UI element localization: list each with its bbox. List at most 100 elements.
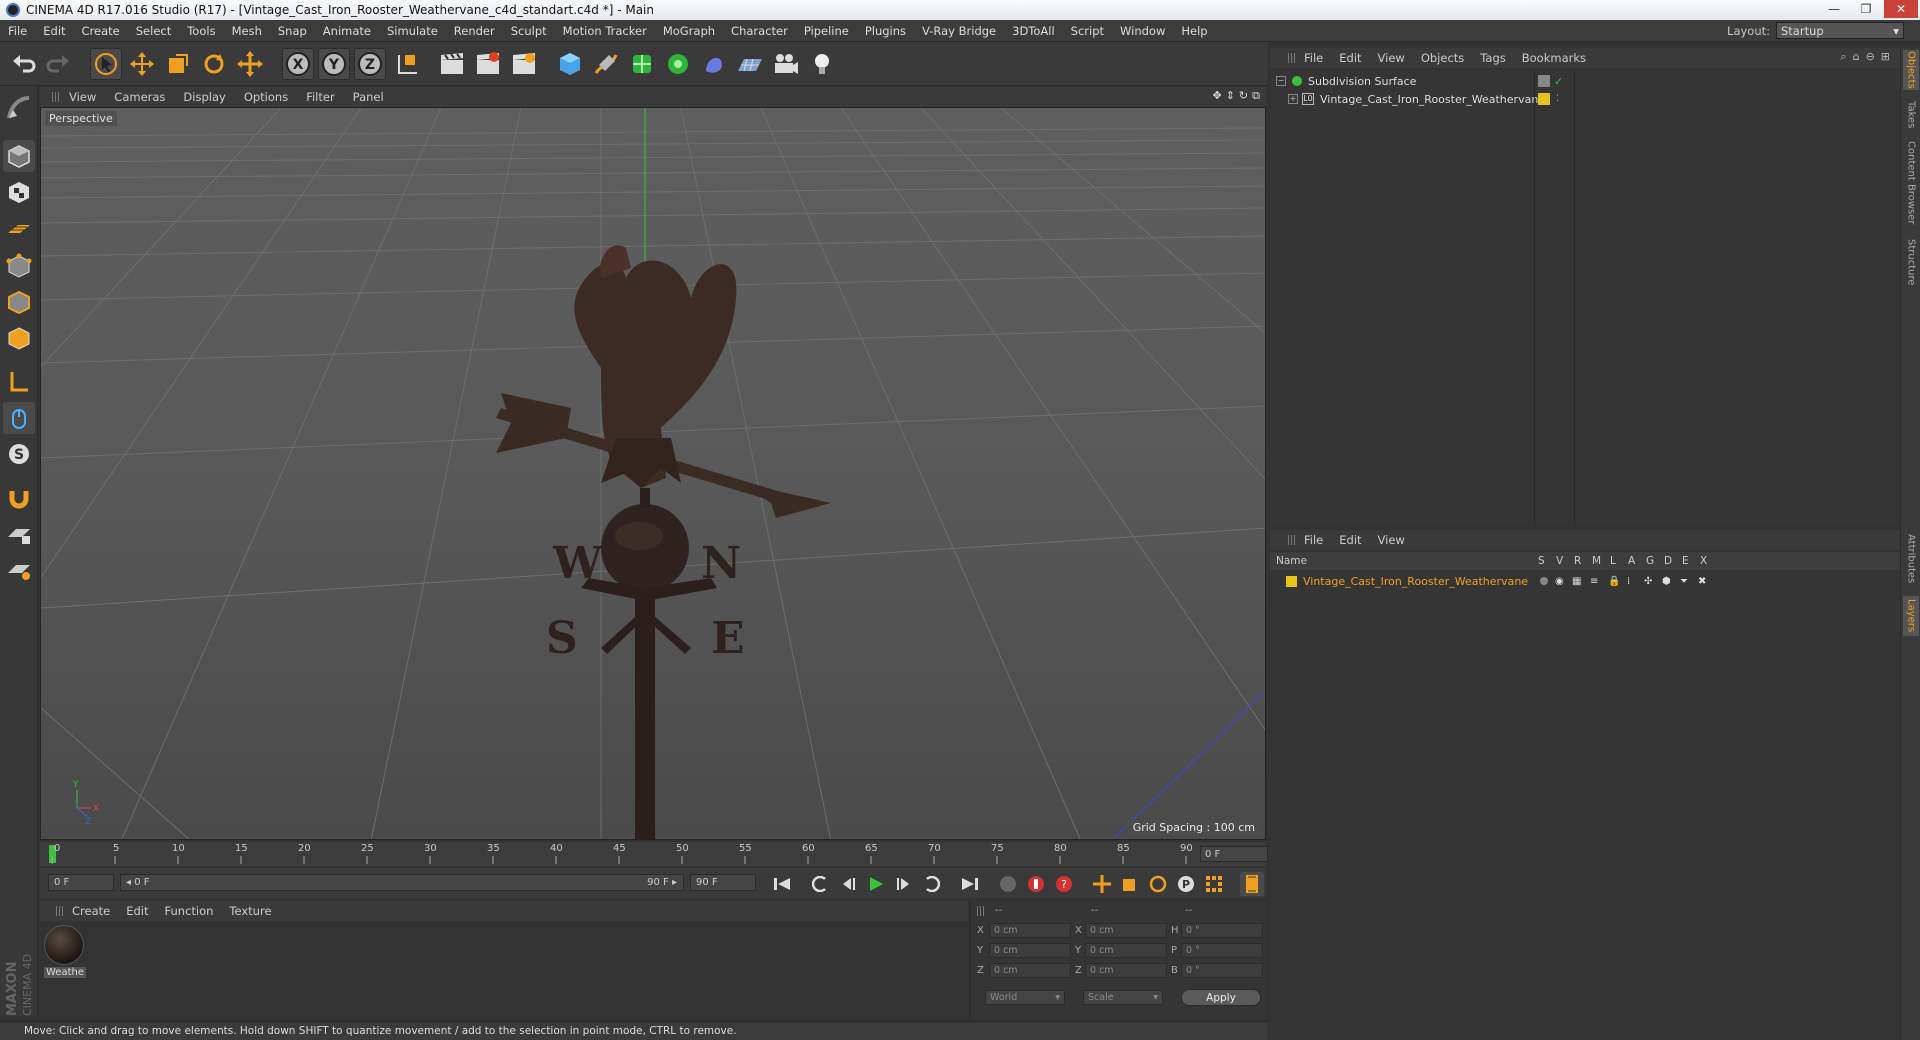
make-editable-button[interactable] bbox=[3, 92, 35, 124]
menu-edit[interactable]: Edit bbox=[35, 24, 73, 38]
snapping-button[interactable]: S bbox=[3, 438, 35, 470]
menu-vray-bridge[interactable]: V-Ray Bridge bbox=[914, 24, 1004, 38]
timeline-window-button[interactable] bbox=[1240, 872, 1264, 896]
maximize-view-icon[interactable]: ⧉ bbox=[1252, 89, 1260, 103]
pan-view-icon[interactable]: ✥ bbox=[1212, 89, 1221, 103]
key-rotation-button[interactable] bbox=[1146, 872, 1170, 896]
menu-simulate[interactable]: Simulate bbox=[379, 24, 446, 38]
tab-content-browser[interactable]: Content Browser bbox=[1903, 140, 1919, 226]
menu-character[interactable]: Character bbox=[723, 24, 796, 38]
start-frame-field[interactable]: 0 F bbox=[48, 874, 114, 891]
objects-menu-file[interactable]: File bbox=[1296, 51, 1331, 65]
maximize-button[interactable]: ❐ bbox=[1852, 0, 1880, 18]
position-y-field[interactable]: 0 cm bbox=[989, 943, 1071, 958]
play-button[interactable] bbox=[864, 872, 888, 896]
menu-script[interactable]: Script bbox=[1063, 24, 1112, 38]
new-view-icon[interactable]: ⊖ bbox=[1866, 50, 1875, 64]
axis-mode-button[interactable] bbox=[3, 366, 35, 398]
key-scale-button[interactable] bbox=[1118, 872, 1142, 896]
eye-icon[interactable]: ◉ bbox=[1555, 576, 1564, 587]
subdivision-surface-button[interactable] bbox=[626, 48, 658, 80]
model-mode-button[interactable] bbox=[3, 140, 35, 172]
autokey-button[interactable]: ? bbox=[1052, 872, 1076, 896]
menu-file[interactable]: File bbox=[0, 24, 35, 38]
scale-tool-button[interactable] bbox=[162, 48, 194, 80]
menu-animate[interactable]: Animate bbox=[315, 24, 379, 38]
rotation-h-field[interactable]: 0 ° bbox=[1181, 923, 1263, 938]
search-icon[interactable]: ⌕ bbox=[1840, 50, 1846, 64]
z-axis-button[interactable]: Z bbox=[354, 48, 386, 80]
layer-color-swatch[interactable] bbox=[1286, 575, 1297, 587]
objects-menu-objects[interactable]: Objects bbox=[1413, 51, 1472, 65]
key-parameter-button[interactable]: P bbox=[1174, 872, 1198, 896]
animation-icon[interactable]: ⁞ bbox=[1627, 576, 1630, 587]
coordinate-system-button[interactable] bbox=[392, 48, 424, 80]
viewport-menu-cameras[interactable]: Cameras bbox=[105, 90, 174, 104]
menu-select[interactable]: Select bbox=[128, 24, 179, 38]
dolly-view-icon[interactable]: ⇕ bbox=[1226, 89, 1235, 103]
menu-mesh[interactable]: Mesh bbox=[224, 24, 270, 38]
object-row[interactable]: − Subdivision Surface ✓ bbox=[1270, 72, 1900, 90]
lock-icon[interactable]: 🔒 bbox=[1608, 576, 1620, 587]
lock-workplane-button[interactable] bbox=[3, 518, 35, 550]
visibility-dots-icon[interactable]: ⁚ bbox=[1556, 94, 1559, 104]
material-menu-function[interactable]: Function bbox=[157, 904, 222, 918]
next-frame-button[interactable] bbox=[892, 872, 916, 896]
rotation-p-field[interactable]: 0 ° bbox=[1181, 943, 1263, 958]
previous-frame-button[interactable] bbox=[836, 872, 860, 896]
live-selection-button[interactable] bbox=[90, 48, 122, 80]
points-mode-button[interactable] bbox=[3, 250, 35, 282]
camera-button[interactable] bbox=[770, 48, 802, 80]
key-position-button[interactable] bbox=[1090, 872, 1114, 896]
key-pla-button[interactable] bbox=[1202, 872, 1226, 896]
undo-button[interactable] bbox=[8, 48, 40, 80]
object-row[interactable]: + L0 Vintage_Cast_Iron_Rooster_Weatherva… bbox=[1270, 90, 1900, 108]
viewport-3d[interactable]: W N S E Y X Z Perspective Grid Spacing :… bbox=[40, 107, 1266, 840]
apply-button[interactable]: Apply bbox=[1181, 989, 1261, 1006]
layers-menu-view[interactable]: View bbox=[1370, 533, 1413, 547]
menu-tools[interactable]: Tools bbox=[179, 24, 223, 38]
menu-render[interactable]: Render bbox=[446, 24, 503, 38]
workplane-mode-button[interactable] bbox=[3, 212, 35, 244]
rotate-view-icon[interactable]: ↻ bbox=[1239, 89, 1248, 103]
transform-tool-button[interactable] bbox=[234, 48, 266, 80]
position-z-field[interactable]: 0 cm bbox=[989, 963, 1071, 978]
manager-icon[interactable]: ≡ bbox=[1590, 576, 1598, 587]
render-icon[interactable]: ▦ bbox=[1572, 576, 1581, 587]
record-keys-off-button[interactable] bbox=[996, 872, 1020, 896]
render-view-button[interactable] bbox=[436, 48, 468, 80]
expression-icon[interactable]: ⏷ bbox=[1680, 576, 1688, 587]
visibility-toggle[interactable] bbox=[1538, 75, 1550, 87]
layers-menu-file[interactable]: File bbox=[1296, 533, 1331, 547]
timeline-ruler[interactable]: 0 5 10 15 20 25 30 35 40 45 50 55 60 65 … bbox=[40, 842, 1266, 866]
tab-attributes[interactable]: Attributes bbox=[1903, 528, 1919, 590]
objects-menu-tags[interactable]: Tags bbox=[1472, 51, 1513, 65]
cloner-button[interactable] bbox=[662, 48, 694, 80]
material-menu-texture[interactable]: Texture bbox=[221, 904, 279, 918]
menu-motion-tracker[interactable]: Motion Tracker bbox=[555, 24, 655, 38]
current-frame-field[interactable]: 0 F bbox=[1200, 846, 1268, 862]
move-tool-button[interactable] bbox=[126, 48, 158, 80]
floor-button[interactable] bbox=[734, 48, 766, 80]
layout-dropdown[interactable]: Startup ▾ bbox=[1776, 22, 1904, 39]
menu-plugins[interactable]: Plugins bbox=[857, 24, 914, 38]
objects-menu-edit[interactable]: Edit bbox=[1331, 51, 1369, 65]
texture-mode-button[interactable] bbox=[3, 176, 35, 208]
render-settings-button[interactable] bbox=[508, 48, 540, 80]
material-thumbnail[interactable]: Weathe bbox=[44, 925, 86, 981]
go-to-start-button[interactable] bbox=[770, 872, 794, 896]
close-button[interactable]: ✕ bbox=[1884, 0, 1918, 18]
x-axis-button[interactable]: X bbox=[282, 48, 314, 80]
coordinate-space-dropdown[interactable]: World ▾ bbox=[985, 990, 1065, 1005]
position-x-field[interactable]: 0 cm bbox=[989, 923, 1071, 938]
viewport-menu-panel[interactable]: Panel bbox=[344, 90, 393, 104]
tweak-mode-button[interactable] bbox=[3, 402, 35, 434]
workplane-settings-button[interactable] bbox=[3, 554, 35, 586]
menu-help[interactable]: Help bbox=[1173, 24, 1215, 38]
polygons-mode-button[interactable] bbox=[3, 322, 35, 354]
layers-menu-edit[interactable]: Edit bbox=[1331, 533, 1369, 547]
cube-object-button[interactable] bbox=[554, 48, 586, 80]
render-picture-viewer-button[interactable] bbox=[472, 48, 504, 80]
y-axis-button[interactable]: Y bbox=[318, 48, 350, 80]
material-menu-edit[interactable]: Edit bbox=[118, 904, 156, 918]
